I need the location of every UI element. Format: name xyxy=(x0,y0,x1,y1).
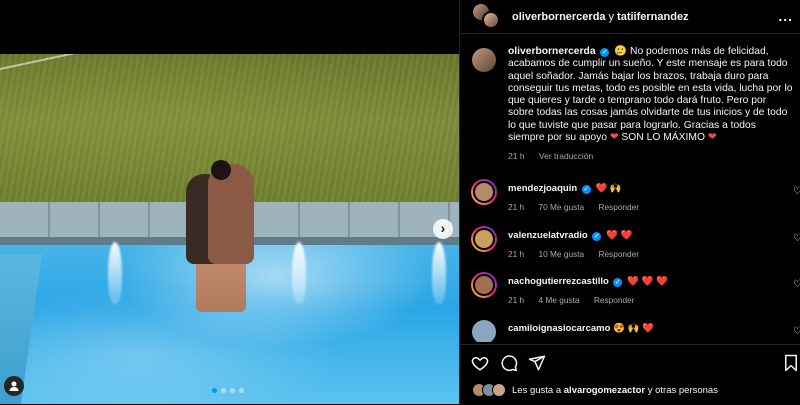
comment-user-link[interactable]: mendezjoaquin xyxy=(508,183,577,194)
carousel-dot xyxy=(239,388,244,393)
collab-names: oliverbornercerda y tatiifernandez xyxy=(512,10,689,23)
next-photo-button[interactable]: › xyxy=(433,219,453,239)
comment-user-link[interactable]: camiloignasiocarcamo xyxy=(508,323,610,334)
bookmark-icon[interactable] xyxy=(782,354,800,372)
verified-badge-icon: ✓ xyxy=(600,48,610,57)
avatar-wrap[interactable] xyxy=(472,320,497,342)
comment-text: ❤️ ❤️ xyxy=(606,230,633,241)
timestamp: 21 h xyxy=(508,249,525,259)
comment-bubble-icon[interactable] xyxy=(500,354,518,372)
tagged-users-icon[interactable] xyxy=(4,376,24,396)
liker-avatars xyxy=(472,383,512,397)
carousel-dot xyxy=(230,388,235,393)
water-jet xyxy=(108,242,122,304)
like-comment-icon[interactable]: ♡ xyxy=(793,186,800,197)
timestamp: 21 h xyxy=(508,151,525,162)
story-ring[interactable] xyxy=(471,272,497,298)
avatar xyxy=(473,181,495,203)
reply-button[interactable]: Responder xyxy=(598,249,639,259)
share-paper-plane-icon[interactable] xyxy=(528,354,546,372)
comment-item: mendezjoaquin ✓ ❤️ 🙌 21 h 70 Me gusta Re… xyxy=(471,179,800,214)
heart-icon: ❤ xyxy=(707,132,717,144)
post-panel: oliverbornercerda y tatiifernandez ... oli… xyxy=(459,0,800,405)
avatar[interactable] xyxy=(472,48,496,72)
comment-item: nachogutierrezcastillo ✓ ❤️ ❤️ ❤️ 21 h 4… xyxy=(471,272,800,307)
like-heart-icon[interactable] xyxy=(471,354,489,372)
avatar xyxy=(473,274,495,296)
comment-likes[interactable]: 70 Me gusta xyxy=(538,202,584,212)
avatar xyxy=(472,320,496,342)
other-likers-link[interactable]: y otras personas xyxy=(648,385,718,396)
comment-likes[interactable]: 4 Me gusta xyxy=(538,295,579,305)
comment-text: ❤️ 🙌 xyxy=(595,183,622,194)
carousel-dot xyxy=(221,388,226,393)
header-user-link[interactable]: oliverbornercerda xyxy=(512,11,606,23)
post-caption: oliverbornercerda ✓ 🥲 No podemos más de … xyxy=(472,46,794,163)
avatar xyxy=(492,383,506,397)
collab-avatars[interactable] xyxy=(472,2,504,31)
translate-link[interactable]: Ver traducción xyxy=(539,151,593,161)
like-comment-icon[interactable]: ♡ xyxy=(793,279,800,290)
verified-badge-icon: ✓ xyxy=(613,278,623,287)
like-comment-icon[interactable]: ♡ xyxy=(793,233,800,244)
liker-user-link[interactable]: alvarogomezactor xyxy=(564,385,645,396)
post-photo[interactable]: › xyxy=(0,0,459,405)
heart-icon: ❤ xyxy=(609,132,619,144)
water-jet xyxy=(292,242,306,304)
timestamp: 21 h xyxy=(508,202,525,212)
comment-text: 😍 🙌 ❤️ xyxy=(613,323,654,334)
caption-meta: 21 h Ver traducción xyxy=(508,150,794,162)
caption-user-link[interactable]: oliverbornercerda xyxy=(508,46,596,57)
comment-item: valenzuelatvradio ✓ ❤️ ❤️ 21 h 10 Me gus… xyxy=(471,226,800,261)
comment-likes[interactable]: 10 Me gusta xyxy=(538,249,584,259)
verified-badge-icon: ✓ xyxy=(581,185,591,194)
comment-item: camiloignasiocarcamo 😍 🙌 ❤️ ♡ xyxy=(472,320,800,342)
water-jet xyxy=(432,242,446,304)
action-bar xyxy=(460,344,800,376)
comment-user-link[interactable]: valenzuelatvradio xyxy=(508,230,588,241)
carousel-dot xyxy=(212,388,217,393)
reply-button[interactable]: Responder xyxy=(594,295,635,305)
couple-figure xyxy=(208,164,254,264)
more-options-icon[interactable]: ... xyxy=(778,8,793,24)
story-ring[interactable] xyxy=(471,179,497,205)
reply-button[interactable]: Responder xyxy=(598,202,639,212)
comment-user-link[interactable]: nachogutierrezcastillo xyxy=(508,276,609,287)
verified-badge-icon: ✓ xyxy=(592,232,602,241)
timestamp: 21 h xyxy=(508,295,525,305)
like-comment-icon[interactable]: ♡ xyxy=(793,326,800,337)
header-user-link[interactable]: tatiifernandez xyxy=(617,11,689,23)
post-header: oliverbornercerda y tatiifernandez ... xyxy=(460,0,800,34)
caption-text: oliverbornercerda ✓ 🥲 No podemos más de … xyxy=(508,46,794,162)
avatar xyxy=(473,228,495,250)
avatar xyxy=(482,10,500,29)
photo-scene xyxy=(0,54,459,404)
carousel-dots xyxy=(212,388,244,393)
story-ring[interactable] xyxy=(471,226,497,252)
likes-summary: Les gusta a alvarogomezactor y otras per… xyxy=(472,383,718,397)
comment-text: ❤️ ❤️ ❤️ xyxy=(627,276,668,287)
